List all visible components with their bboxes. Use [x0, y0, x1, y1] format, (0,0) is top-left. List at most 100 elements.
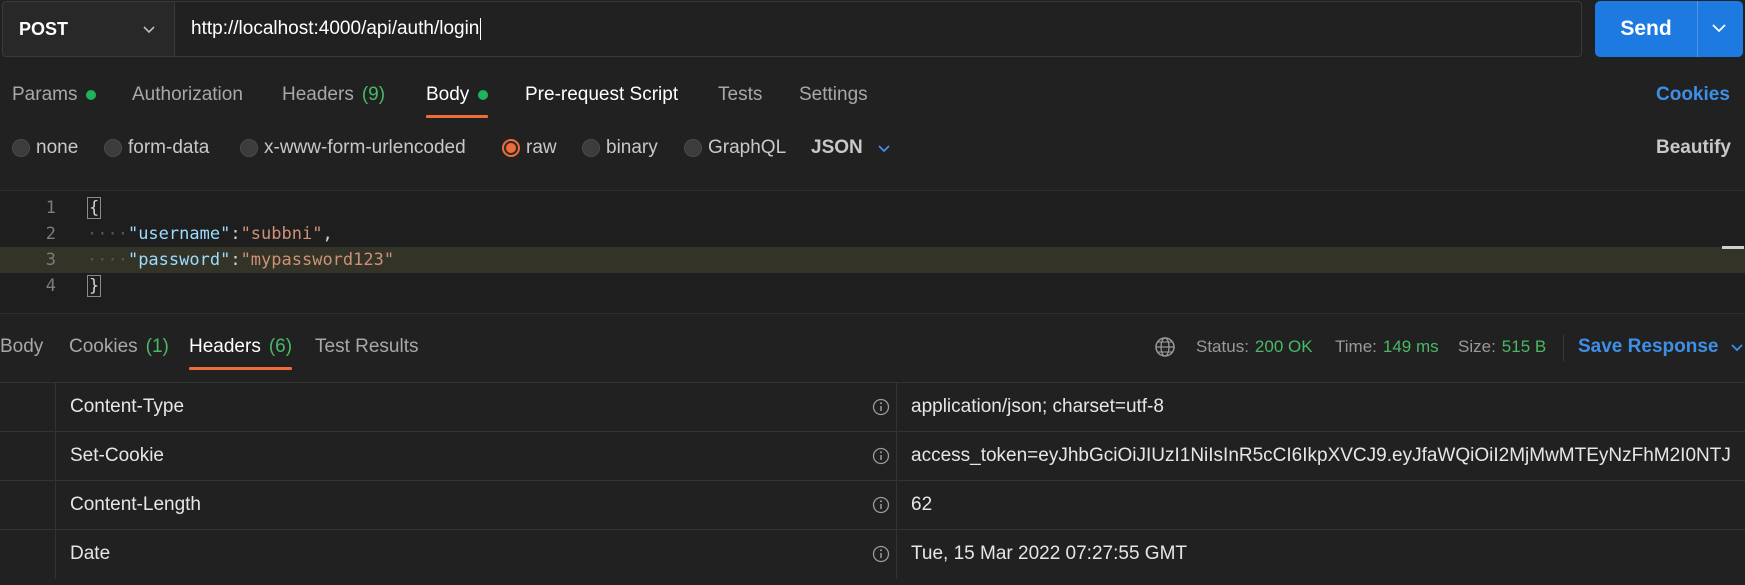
tab-body[interactable]: Body: [426, 72, 489, 118]
body-active-dot: [478, 90, 489, 100]
header-key: Content-Type: [70, 396, 185, 417]
body-format-select[interactable]: JSON: [811, 126, 891, 170]
open-brace: {: [87, 197, 102, 219]
request-tabs: Params Authorization Headers (9) Body Pr…: [0, 72, 1745, 122]
chevron-down-icon: [1731, 344, 1744, 352]
response-time: Time: 149 ms: [1335, 324, 1439, 370]
tab-settings-label: Settings: [799, 84, 868, 105]
save-response-label: Save Response: [1578, 336, 1719, 357]
response-tab-cookies-label: Cookies: [69, 336, 138, 357]
column-divider: [896, 383, 897, 432]
json-value-username: "subbni": [240, 224, 323, 244]
response-tabs: Body Cookies (1) Headers (6) Test Result…: [0, 324, 1745, 374]
row-gutter: [0, 432, 56, 481]
colon: :: [230, 224, 241, 244]
tab-params-label: Params: [12, 84, 78, 105]
header-value: application/json; charset=utf-8: [911, 396, 1164, 417]
status-value: 200 OK: [1254, 337, 1313, 356]
tab-headers[interactable]: Headers (9): [282, 72, 385, 118]
request-url-bar: POST http://localhost:4000/api/auth/logi…: [0, 0, 1745, 58]
method-label: POST: [19, 18, 69, 39]
body-type-none-label: none: [36, 137, 79, 158]
send-button[interactable]: Send: [1595, 1, 1743, 57]
body-type-graphql-label: GraphQL: [708, 137, 787, 158]
active-tab-indicator: [189, 367, 293, 370]
body-type-graphql[interactable]: GraphQL: [684, 126, 786, 170]
text-caret: [480, 18, 482, 40]
response-size: Size: 515 B: [1458, 324, 1546, 370]
body-type-urlencoded[interactable]: x-www-form-urlencoded: [240, 126, 466, 170]
tab-tests-label: Tests: [718, 84, 763, 105]
radio-none[interactable]: [12, 139, 30, 157]
size-label: Size:: [1458, 337, 1496, 356]
response-tab-headers[interactable]: Headers (6): [189, 324, 293, 370]
method-select[interactable]: POST: [2, 1, 174, 57]
send-label: Send: [1620, 17, 1672, 40]
header-value: 62: [911, 494, 933, 515]
beautify-button[interactable]: Beautify: [1656, 126, 1731, 170]
body-type-raw[interactable]: raw: [502, 126, 557, 170]
response-tab-headers-label: Headers: [189, 336, 261, 357]
info-icon[interactable]: [872, 496, 890, 514]
table-row: Content-Type application/json; charset=u…: [0, 382, 1745, 432]
time-label: Time:: [1335, 337, 1377, 356]
send-divider: [1697, 1, 1698, 57]
info-icon[interactable]: [872, 545, 890, 563]
send-options-chevron-icon[interactable]: [1711, 20, 1727, 36]
info-icon[interactable]: [872, 398, 890, 416]
response-tab-body[interactable]: Body: [0, 324, 43, 370]
code-text: {: [87, 197, 102, 219]
response-tab-test-results[interactable]: Test Results: [315, 324, 418, 370]
body-type-none[interactable]: none: [12, 126, 78, 170]
response-tab-cookies[interactable]: Cookies (1): [69, 324, 169, 370]
body-type-form-data[interactable]: form-data: [104, 126, 209, 170]
radio-urlencoded[interactable]: [240, 139, 258, 157]
cookies-link[interactable]: Cookies: [1656, 72, 1730, 118]
radio-graphql[interactable]: [684, 139, 702, 157]
header-key: Date: [70, 543, 111, 564]
tab-tests[interactable]: Tests: [718, 72, 762, 118]
cookies-link-label: Cookies: [1656, 84, 1730, 105]
header-value: access_token=eyJhbGciOiJIUzI1NiIsInR5cCI…: [911, 445, 1731, 466]
tab-settings[interactable]: Settings: [799, 72, 868, 118]
column-divider: [896, 481, 897, 530]
save-response-button[interactable]: Save Response: [1578, 324, 1744, 370]
radio-raw-selected[interactable]: [502, 139, 520, 157]
table-row: Date Tue, 15 Mar 2022 07:27:55 GMT: [0, 529, 1745, 579]
editor-line: 1 {: [0, 195, 1745, 221]
tab-authorization[interactable]: Authorization: [132, 72, 243, 118]
tab-prerequest-label: Pre-request Script: [525, 84, 679, 105]
response-tab-headers-count: (6): [268, 336, 293, 357]
info-icon[interactable]: [872, 447, 890, 465]
line-number: 1: [45, 198, 56, 218]
column-divider: [896, 432, 897, 481]
json-value-password: "mypassword123": [240, 250, 395, 270]
table-row: Content-Length 62: [0, 480, 1745, 530]
editor-line-highlighted: 3 ····"password":"mypassword123": [0, 247, 1745, 273]
tab-params[interactable]: Params: [12, 72, 97, 118]
body-type-raw-label: raw: [526, 137, 557, 158]
url-input[interactable]: http://localhost:4000/api/auth/login: [174, 1, 1582, 57]
close-brace: }: [87, 275, 102, 297]
editor-line: 4 }: [0, 273, 1745, 299]
row-gutter: [0, 383, 56, 432]
header-key: Content-Length: [70, 494, 201, 515]
request-body-editor[interactable]: 1 { 2 ····"username":"subbni", 3 ····"pa…: [0, 190, 1745, 314]
params-active-dot: [86, 90, 97, 100]
header-value: Tue, 15 Mar 2022 07:27:55 GMT: [911, 543, 1188, 564]
globe-icon[interactable]: [1154, 336, 1176, 358]
body-type-binary[interactable]: binary: [582, 126, 658, 170]
code-text: ····"password":"mypassword123": [87, 250, 394, 270]
json-key-password: "password": [127, 250, 231, 270]
beautify-label: Beautify: [1656, 137, 1731, 158]
response-tab-test-results-label: Test Results: [315, 336, 419, 357]
time-value: 149 ms: [1382, 337, 1439, 356]
line-number: 2: [45, 224, 56, 244]
radio-form-data[interactable]: [104, 139, 122, 157]
chevron-down-icon: [143, 26, 155, 34]
editor-scroll-marker[interactable]: [1722, 246, 1744, 249]
tab-prerequest-script[interactable]: Pre-request Script: [525, 72, 678, 118]
radio-binary[interactable]: [582, 139, 600, 157]
header-key: Set-Cookie: [70, 445, 164, 466]
line-number: 3: [45, 250, 56, 270]
